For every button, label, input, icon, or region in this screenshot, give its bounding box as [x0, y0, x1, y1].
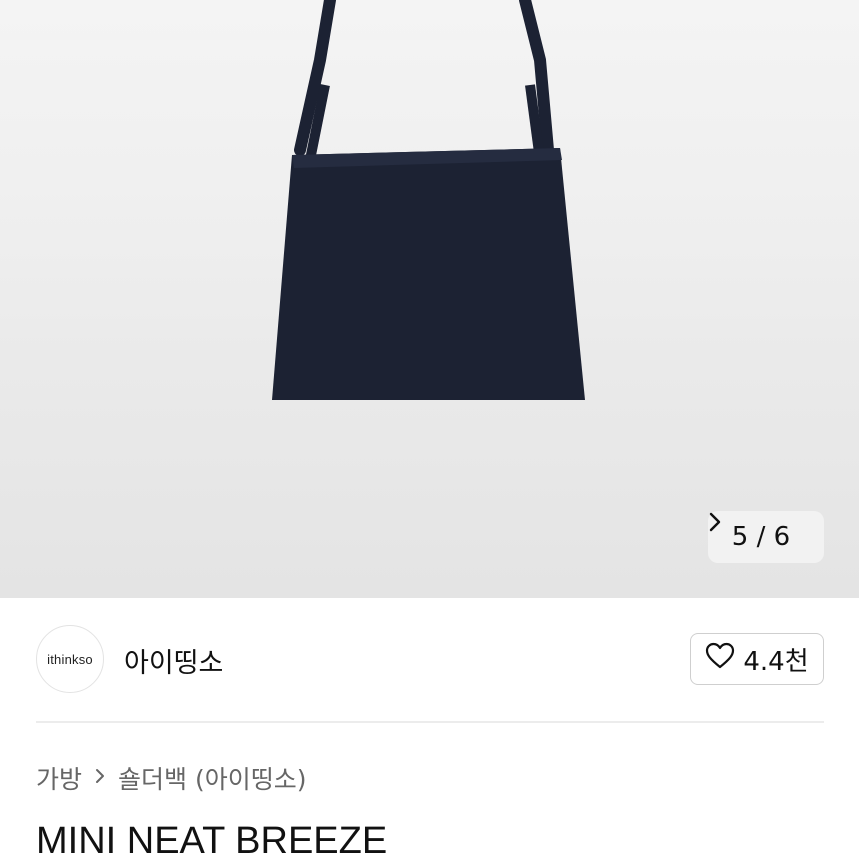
pager-current: 5	[731, 522, 749, 552]
like-count: 4.4천	[743, 646, 809, 677]
seller-logo-text: ithinkso	[47, 651, 93, 667]
pager-separator: /	[756, 522, 766, 552]
product-title: MINI NEAT BREEZE	[36, 820, 388, 859]
pager-total: 6	[773, 522, 791, 552]
heart-icon	[705, 642, 735, 677]
pager-text: 5 / 6	[732, 522, 790, 552]
chevron-right-icon	[94, 766, 106, 791]
gallery-pager[interactable]: 5 / 6	[708, 511, 824, 563]
seller-row: ithinkso 아이띵소 4.4천	[36, 625, 824, 695]
breadcrumb-subcategory[interactable]: 숄더백 (아이띵소)	[118, 760, 306, 796]
product-image	[272, 0, 585, 400]
like-button[interactable]: 4.4천	[690, 633, 824, 685]
seller-logo[interactable]: ithinkso	[36, 625, 104, 693]
seller-name[interactable]: 아이띵소	[124, 641, 223, 680]
breadcrumb: 가방 숄더백 (아이띵소)	[36, 760, 306, 796]
product-image-gallery[interactable]: 5 / 6	[0, 0, 859, 598]
divider	[36, 721, 824, 723]
breadcrumb-category[interactable]: 가방	[36, 760, 82, 796]
